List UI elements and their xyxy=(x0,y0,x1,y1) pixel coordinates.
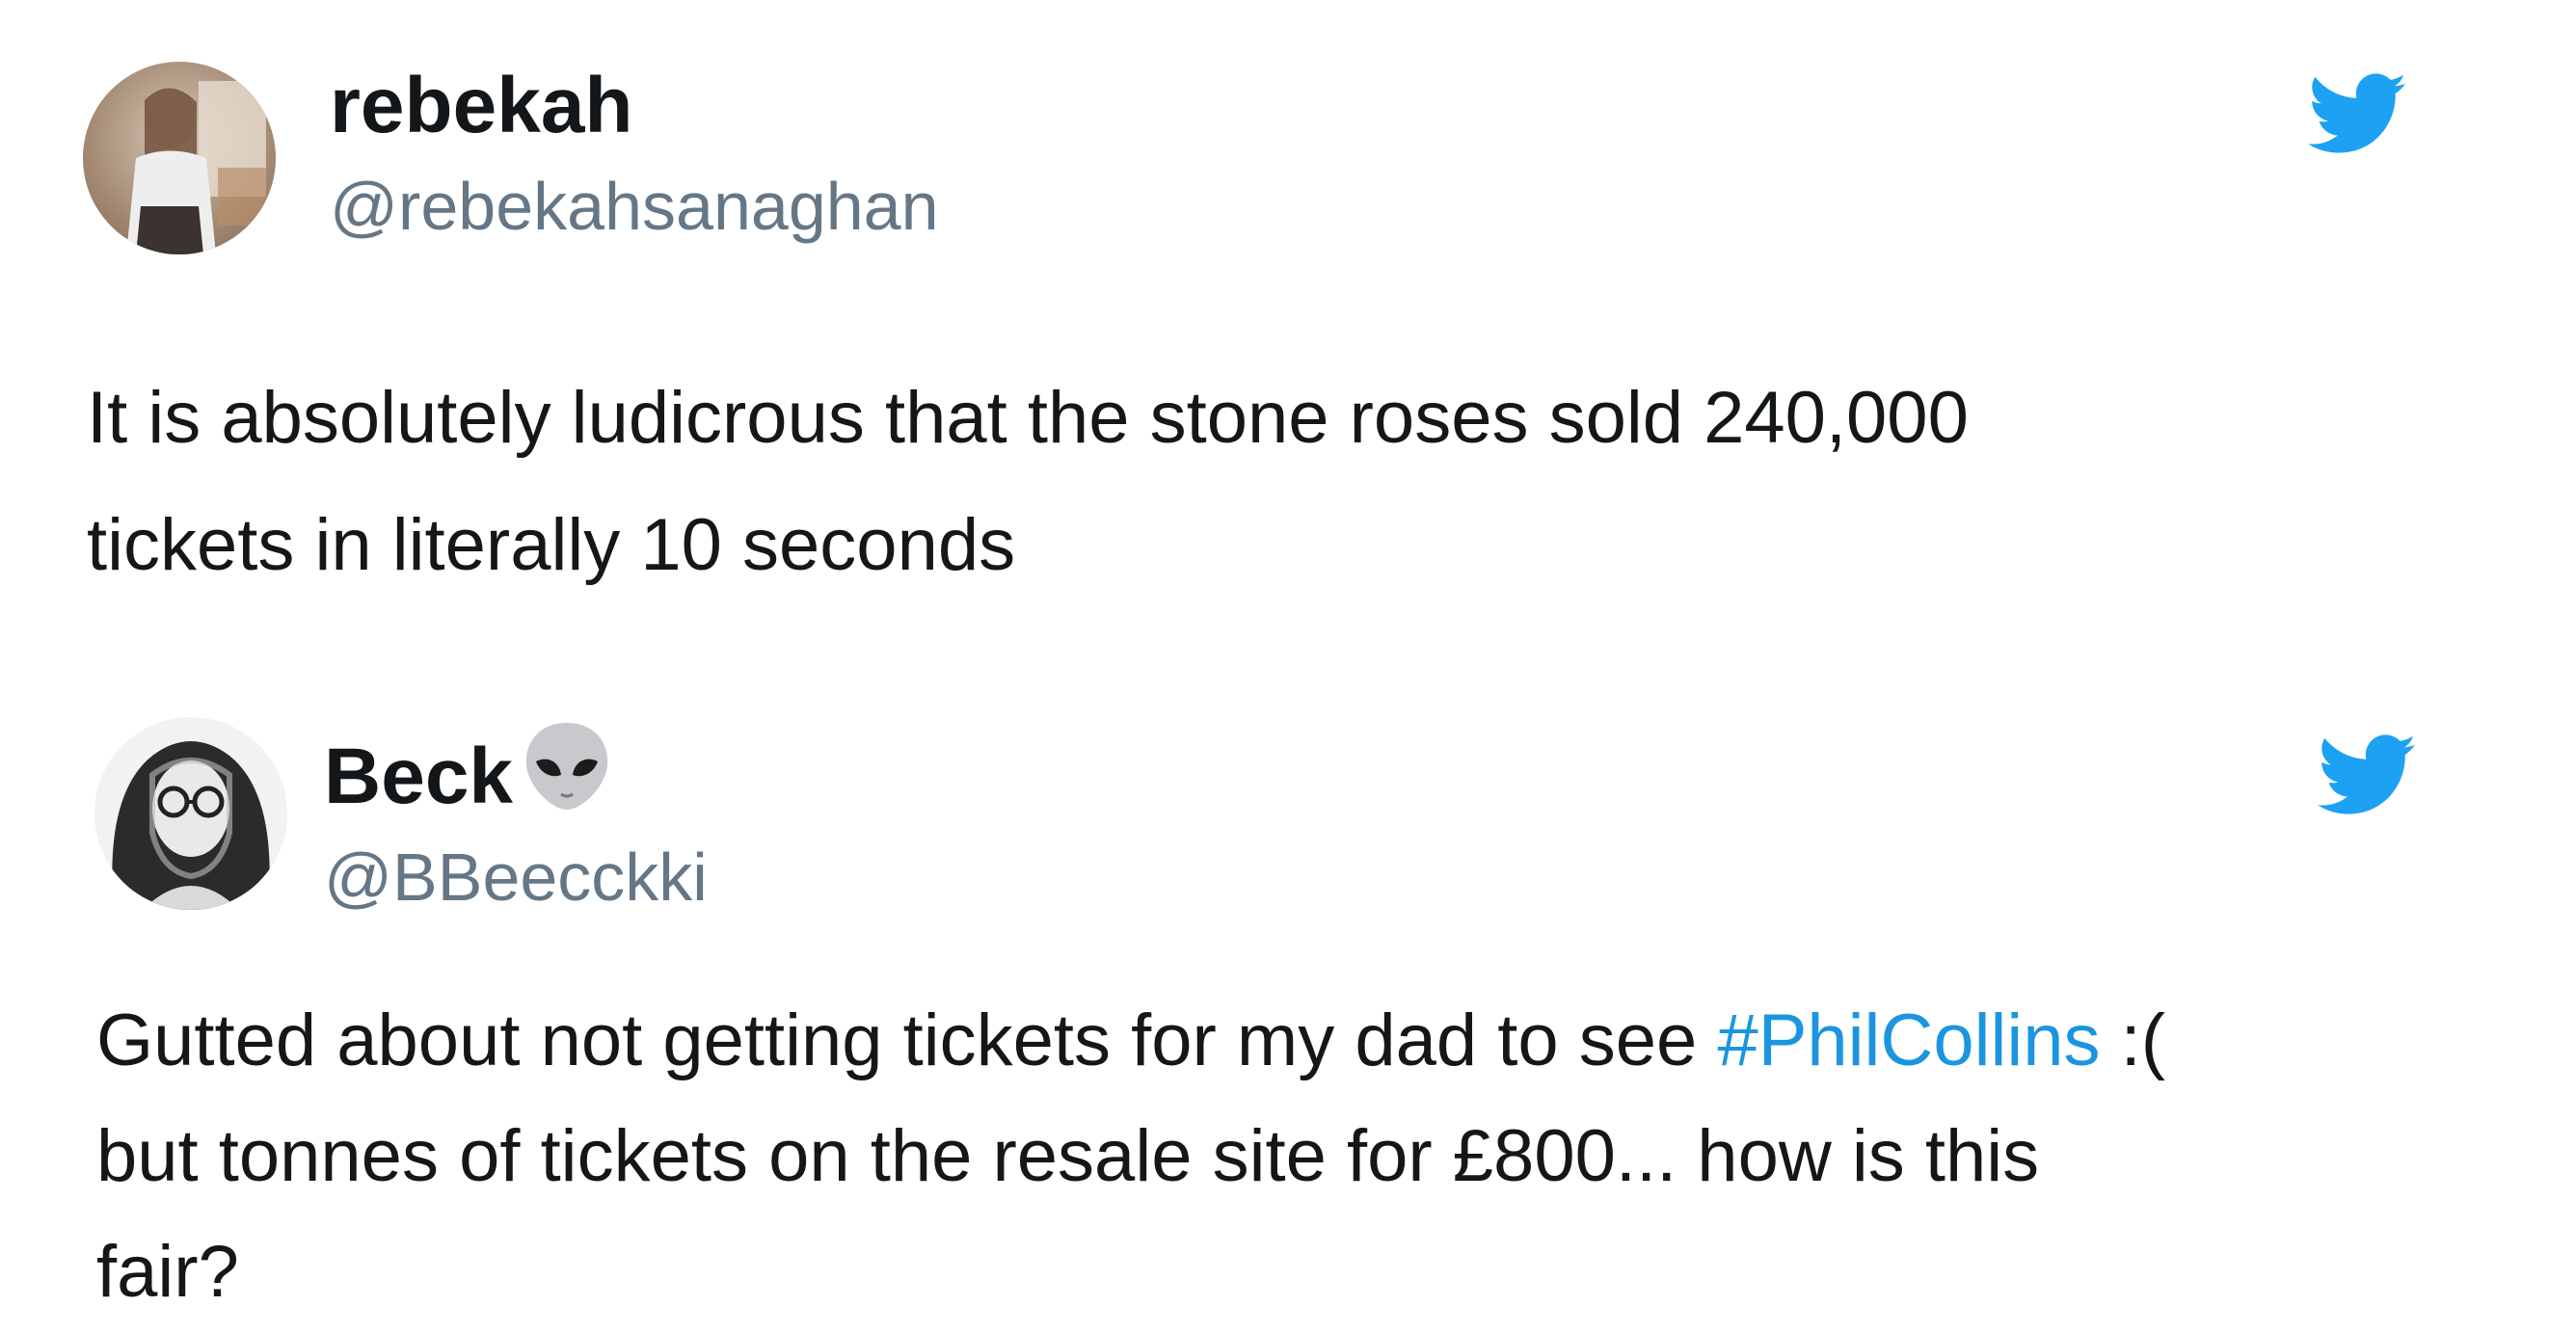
tweet-text-line: Gutted about not getting tickets for my … xyxy=(96,983,2165,1099)
twitter-bird-icon[interactable] xyxy=(2317,734,2418,817)
tweet-text: Gutted about not getting tickets for my … xyxy=(96,983,2165,1330)
display-name-text[interactable]: Beck xyxy=(324,733,513,820)
twitter-bird-icon[interactable] xyxy=(2307,73,2408,156)
tweet-card: Beck @BBeecckki Gutted about not getting… xyxy=(0,636,2576,1333)
tweet-text: It is absolutely ludicrous that the ston… xyxy=(87,355,1969,609)
tweet-card: rebekah @rebekahsanaghan It is absolutel… xyxy=(0,0,2576,636)
user-handle[interactable]: @rebekahsanaghan xyxy=(330,166,939,247)
tweet-text-line: but tonnes of tickets on the resale site… xyxy=(96,1115,2040,1197)
user-handle[interactable]: @BBeecckki xyxy=(324,837,708,918)
hashtag-link[interactable]: #PhilCollins xyxy=(1717,1000,2100,1081)
display-name[interactable]: Beck xyxy=(324,723,615,834)
tweet-text-line: fair? xyxy=(96,1231,239,1313)
tweet-text-line: tickets in literally 10 seconds xyxy=(87,504,1016,586)
tweet-text-line: It is absolutely ludicrous that the ston… xyxy=(87,377,1969,459)
display-name[interactable]: rebekah xyxy=(330,60,633,152)
tweet-text-segment: Gutted about not getting tickets for my … xyxy=(96,1000,1718,1081)
avatar[interactable] xyxy=(83,62,276,254)
tweet-text-segment: :( xyxy=(2100,1000,2166,1081)
avatar[interactable] xyxy=(94,717,287,910)
alien-icon xyxy=(519,717,615,834)
